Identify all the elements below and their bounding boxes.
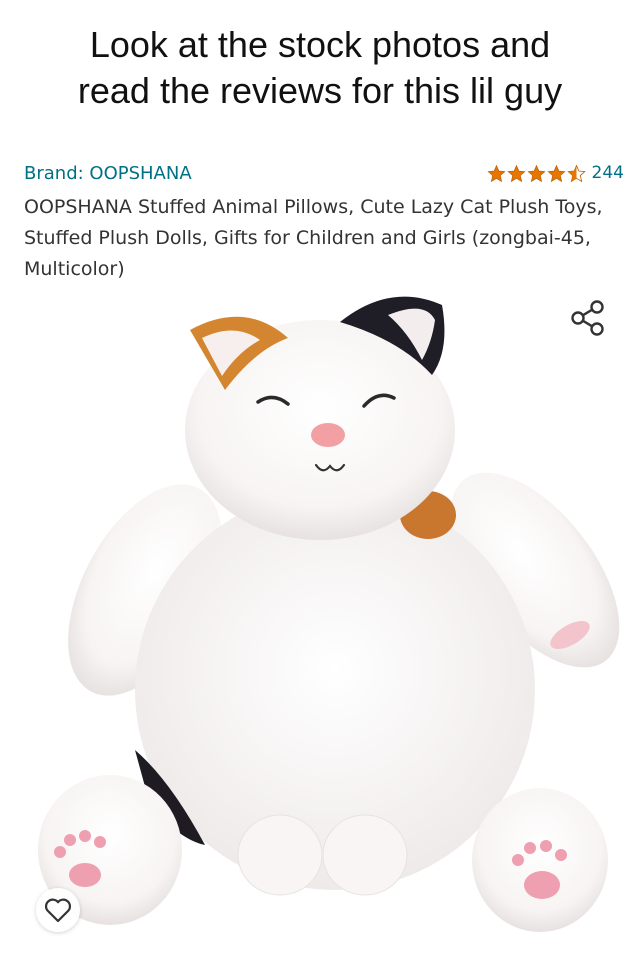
product-listing: Brand: OOPSHANA 244 OOPSHANA Stuffed Ani… — [24, 158, 624, 285]
heart-icon — [44, 898, 72, 923]
star-icon — [546, 164, 566, 182]
product-image[interactable] — [30, 280, 620, 940]
caption-line-1: Look at the stock photos and — [89, 24, 551, 65]
star-icon — [526, 164, 546, 182]
rating-summary[interactable]: 244 — [486, 163, 624, 183]
star-rating — [486, 164, 586, 183]
wishlist-button[interactable] — [36, 888, 80, 932]
meme-caption: Look at the stock photos and read the re… — [0, 22, 640, 114]
rating-count[interactable]: 244 — [592, 163, 624, 183]
brand-link[interactable]: Brand: OOPSHANA — [24, 163, 192, 184]
brand-rating-row: Brand: OOPSHANA 244 — [24, 158, 624, 188]
share-icon[interactable] — [568, 298, 608, 338]
star-icon — [486, 164, 506, 182]
caption-line-2: read the reviews for this lil guy — [77, 70, 563, 111]
half-star-icon — [566, 164, 586, 182]
star-icon — [506, 164, 526, 182]
product-title: OOPSHANA Stuffed Animal Pillows, Cute La… — [24, 196, 603, 280]
